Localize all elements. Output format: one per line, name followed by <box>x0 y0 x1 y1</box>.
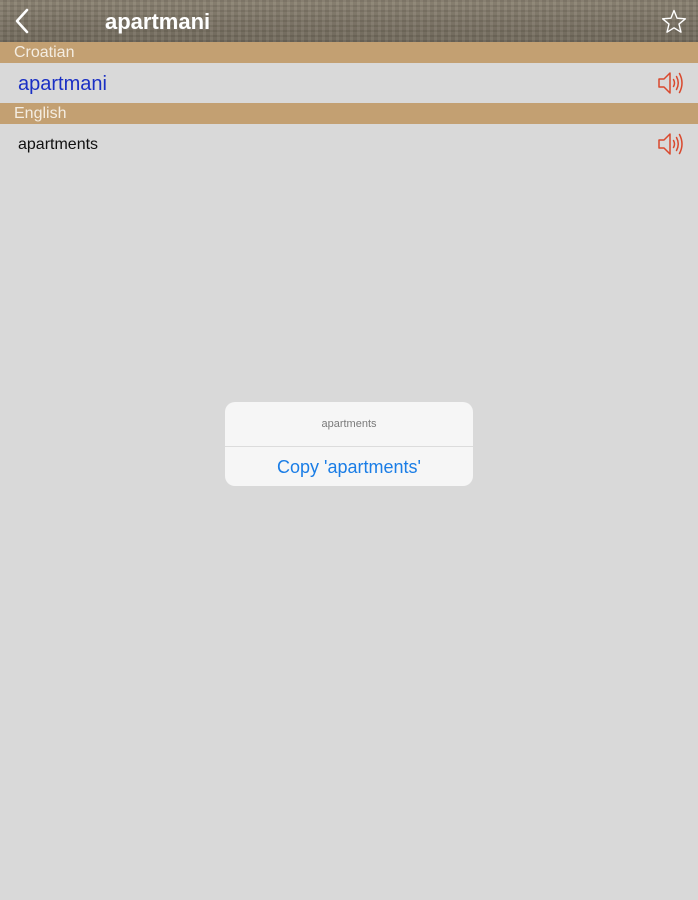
page-title: apartmani <box>105 9 211 34</box>
speaker-icon <box>658 133 683 155</box>
copy-popover: apartments Copy 'apartments' <box>225 402 473 486</box>
chevron-left-icon <box>15 8 29 34</box>
copy-button[interactable]: Copy 'apartments' <box>225 447 473 486</box>
target-word: apartments <box>18 136 99 153</box>
navigation-bar: apartmani <box>0 0 698 42</box>
target-speaker-button[interactable] <box>657 131 685 157</box>
target-word-row[interactable]: apartments <box>0 124 698 164</box>
back-button[interactable] <box>8 6 38 36</box>
source-word-row[interactable]: apartmani <box>0 63 698 103</box>
star-outline-icon <box>661 9 687 33</box>
popover-title: apartments <box>321 418 377 430</box>
favorite-button[interactable] <box>660 8 688 36</box>
section-header-source-language: Croatian <box>0 42 698 63</box>
section-header-target-language: English <box>0 103 698 124</box>
source-word: apartmani <box>18 73 107 95</box>
speaker-icon <box>658 72 683 94</box>
source-speaker-button[interactable] <box>657 70 685 96</box>
